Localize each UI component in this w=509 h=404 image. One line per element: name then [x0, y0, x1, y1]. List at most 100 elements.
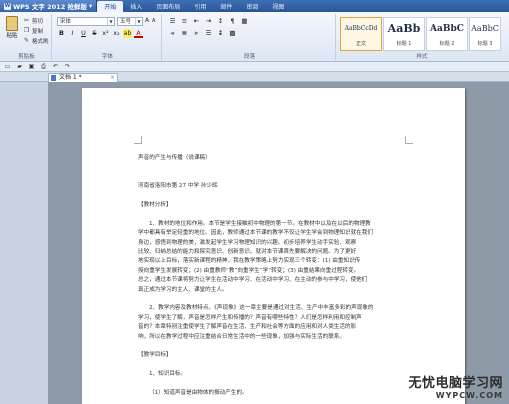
bullets-icon[interactable]: ☰	[168, 17, 177, 26]
subscript-button[interactable]: x₂	[112, 29, 121, 38]
close-icon[interactable]: ×	[110, 74, 115, 82]
align-left-icon[interactable]: ⫷	[168, 29, 177, 38]
align-center-icon[interactable]: ≣	[180, 29, 189, 38]
numbering-icon[interactable]: ≡	[180, 17, 189, 26]
style-sample: AaBbC	[471, 24, 499, 33]
redo-icon[interactable]: ↷	[63, 62, 72, 71]
paragraph-line: 1、知识目标。	[149, 371, 187, 378]
copy-icon: ❐	[23, 27, 30, 34]
font-size-combo[interactable]: 五号 ▼	[117, 17, 143, 26]
app-title: WPS 文字 2012 抢鲜版	[13, 3, 87, 11]
tab-document-1[interactable]: 文档 1 * ×	[48, 73, 118, 82]
format-painter-button[interactable]: ✎ 格式刷	[22, 36, 49, 45]
clipboard-group-label: 剪贴板	[18, 54, 35, 60]
sort-icon[interactable]: ↕	[216, 17, 225, 26]
cut-button[interactable]: ✂ 剪切	[22, 16, 43, 25]
copy-label: 复制	[32, 28, 44, 35]
paragraph-line: 比较、归纳总结的能力和探究意识、创新意识。就对本节课首先要解决的问题。为了更好	[138, 249, 357, 255]
line-spacing-icon[interactable]: ↨	[216, 29, 225, 38]
chevron-down-icon[interactable]: ▼	[135, 18, 142, 25]
watermark: 无忧电脑学习网 WYPCW.COM	[408, 372, 503, 400]
align-right-icon[interactable]: ⫸	[192, 29, 201, 38]
styles-group-label: 样式	[416, 54, 428, 60]
paragraph-line: 地实现以上目标，落实新课程的精神，我在教学策略上努力实现三个转变：(1) 由重知…	[138, 258, 361, 265]
paragraph-line: 响，所以在教学过程中应注重结合日常生活中的一些现象，加强与实际生活的联系。	[138, 333, 345, 340]
cut-label: 剪切	[32, 18, 44, 25]
save-icon[interactable]: ▣	[27, 62, 36, 71]
tab-references[interactable]: 引用	[187, 0, 213, 12]
paste-button[interactable]: 粘贴	[4, 16, 20, 39]
style-name: 标题 1	[396, 41, 412, 47]
shrink-font-icon[interactable]: A	[152, 18, 155, 24]
outdent-icon[interactable]: ⇤	[192, 17, 201, 26]
paste-label: 粘贴	[6, 33, 18, 39]
document-workspace[interactable]: 声音的产生与传播（说课稿） 河南省洛阳市第 27 中学 孙少辉 【教材分析】 1、教材…	[48, 82, 509, 404]
paragraph-line: 音的？本章特别注重使学生了解声音在生活、生产和社会等方面的应用和对人类生活的影	[138, 324, 357, 331]
style-normal[interactable]: AaBbCcDd 正文	[340, 17, 382, 51]
format-painter-label: 格式刷	[32, 38, 49, 45]
indent-icon[interactable]: ⇥	[204, 17, 213, 26]
style-name: 标题 2	[439, 41, 455, 47]
scissors-icon: ✂	[23, 17, 30, 24]
font-group: 宋体 ▼ 五号 ▼ A A B I U S x² x₂ ab A 字体	[54, 14, 162, 60]
highlight-button[interactable]: ab	[123, 29, 132, 38]
style-sample: AaBbC	[430, 24, 464, 34]
paragraph-line	[138, 173, 406, 182]
font-color-button[interactable]: A	[134, 29, 143, 38]
print-icon[interactable]: ⎙	[39, 62, 48, 71]
font-group-label: 字体	[101, 54, 113, 60]
style-heading-2[interactable]: AaBbC 标题 2	[426, 17, 468, 51]
paragraph-line	[138, 163, 406, 172]
style-heading-1[interactable]: AaBb 标题 1	[383, 17, 425, 51]
wps-logo-icon: W	[4, 2, 11, 10]
justify-icon[interactable]: ☰	[204, 29, 213, 38]
app-menu-button[interactable]: W WPS 文字 2012 抢鲜版 ▾	[0, 0, 98, 12]
tab-review[interactable]: 审阅	[239, 0, 265, 12]
shading-icon[interactable]: ▩	[228, 29, 237, 38]
style-sample: AaBb	[387, 22, 421, 35]
show-marks-icon[interactable]: ¶	[228, 17, 237, 26]
document-icon	[51, 75, 56, 81]
paragraph-line: 【教材分析】	[138, 201, 172, 208]
open-folder-icon[interactable]: ▰	[15, 62, 24, 71]
paragraph-line	[138, 342, 406, 351]
brush-icon: ✎	[23, 37, 30, 44]
style-name: 标题 3	[477, 41, 493, 47]
ribbon: 粘贴 ✂ 剪切 ❐ 复制 ✎ 格式刷 剪贴板 宋体 ▼ 五号 ▼ A A B I	[0, 12, 509, 62]
tab-home[interactable]: 开始	[97, 1, 124, 12]
style-sample: AaBbCcDd	[344, 25, 378, 32]
paragraph-group: ☰ ≡ ⇤ ⇥ ↕ ¶ ▦ ⫷ ≣ ⫸ ☰ ↨ ▩ 段落	[164, 14, 336, 60]
document-tab-label: 文档 1 *	[59, 74, 82, 81]
undo-icon[interactable]: ↶	[51, 62, 60, 71]
document-page[interactable]: 声音的产生与传播（说课稿） 河南省洛阳市第 27 中学 孙少辉 【教材分析】 1、教材…	[82, 88, 465, 404]
chevron-down-icon[interactable]: ▼	[107, 18, 114, 25]
paragraph-line: 身边，感悟到物理的美，激发起学生学习物理知识的兴趣。初步培养学生动手实验、观察	[138, 239, 357, 246]
document-body[interactable]: 声音的产生与传播（说课稿） 河南省洛阳市第 27 中学 孙少辉 【教材分析】 1、教材…	[138, 154, 406, 398]
tab-view[interactable]: 视图	[265, 0, 291, 12]
strikethrough-button[interactable]: S	[90, 29, 99, 38]
superscript-button[interactable]: x²	[101, 29, 110, 38]
tab-insert[interactable]: 插入	[123, 0, 149, 12]
border-icon[interactable]: ▦	[240, 17, 249, 26]
clipboard-group: 粘贴 ✂ 剪切 ❐ 复制 ✎ 格式刷 剪贴板	[2, 14, 52, 60]
grow-font-icon[interactable]: A	[145, 17, 149, 24]
bold-button[interactable]: B	[57, 29, 66, 38]
paragraph-line: 河南省洛阳市第 27 中学 孙少辉	[138, 183, 218, 190]
new-doc-icon[interactable]: ▭	[3, 62, 12, 71]
styles-group: AaBbCcDd 正文 AaBb 标题 1 AaBbC 标题 2 AaBbC 标…	[338, 14, 506, 60]
italic-button[interactable]: I	[68, 29, 77, 38]
paragraph-line: 【教学目标】	[138, 352, 172, 359]
style-heading-3[interactable]: AaBbC 标题 3	[469, 17, 501, 51]
paragraph-line: 声音的产生与传播（说课稿）	[138, 155, 211, 161]
font-name-value: 宋体	[60, 19, 72, 25]
paragraph-line: 总之，通过本节课将努力让学生在活动中学习、在活动中学习、在主动的参与中学习，使他…	[138, 277, 368, 284]
paragraph-group-label: 段落	[243, 54, 255, 60]
tab-mailings[interactable]: 邮件	[213, 0, 239, 12]
copy-button[interactable]: ❐ 复制	[22, 26, 43, 35]
font-name-combo[interactable]: 宋体 ▼	[57, 17, 115, 26]
margin-corner-top-left	[134, 136, 142, 144]
underline-button[interactable]: U	[79, 29, 88, 38]
paragraph-line: 学习，使学生了解，声音是怎样产生和传播的？声音有哪些特性？人们是怎样利用和控制声	[138, 314, 362, 321]
paragraph-line: （1）知道声音是由物体的振动产生的。	[149, 390, 248, 397]
tab-page-layout[interactable]: 页面布局	[149, 0, 187, 12]
